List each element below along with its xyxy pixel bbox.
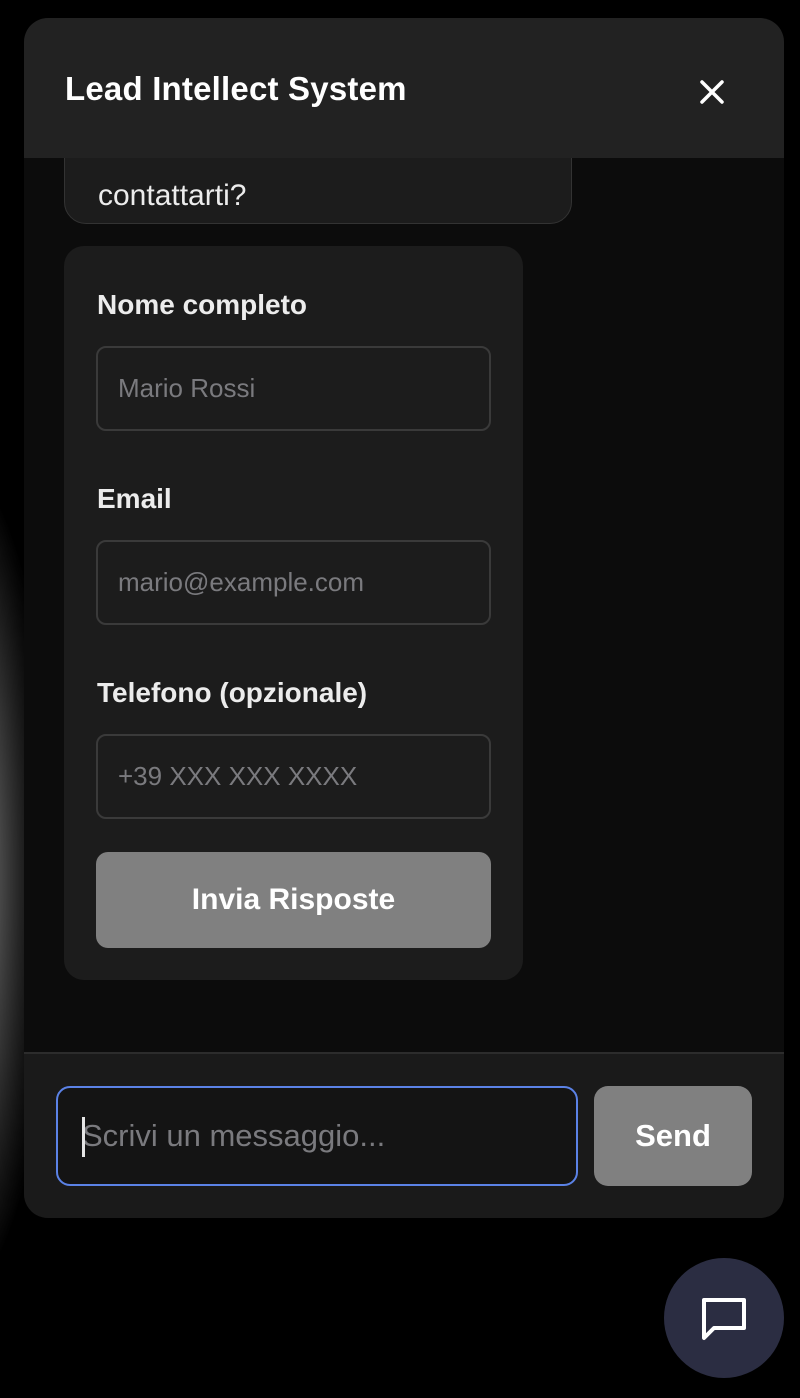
chat-widget-panel: Lead Intellect System contattarti? Nome … (24, 18, 784, 1218)
close-icon (700, 80, 724, 104)
message-list[interactable]: contattarti? Nome completo Email Telefon… (24, 158, 784, 1052)
bot-message-text: contattarti? (98, 179, 247, 212)
chat-bubble-icon (702, 1298, 746, 1340)
close-button[interactable] (692, 72, 732, 112)
email-label: Email (97, 483, 172, 514)
text-caret (82, 1117, 85, 1157)
lead-form-card: Nome completo Email Telefono (opzionale)… (64, 246, 523, 980)
phone-label: Telefono (opzionale) (97, 677, 368, 708)
name-label: Nome completo (97, 289, 308, 320)
submit-answers-button[interactable]: Invia Risposte (96, 852, 491, 948)
name-input[interactable] (96, 346, 491, 431)
chat-title: Lead Intellect System (65, 70, 407, 107)
email-input[interactable] (96, 540, 491, 625)
chat-launcher-button[interactable] (664, 1258, 784, 1378)
chat-header: Lead Intellect System (24, 18, 784, 158)
bot-message-bubble: contattarti? (64, 158, 572, 224)
message-input[interactable] (56, 1086, 578, 1186)
phone-input[interactable] (96, 734, 491, 819)
composer-bar: Send (24, 1054, 784, 1218)
send-button[interactable]: Send (594, 1086, 752, 1186)
